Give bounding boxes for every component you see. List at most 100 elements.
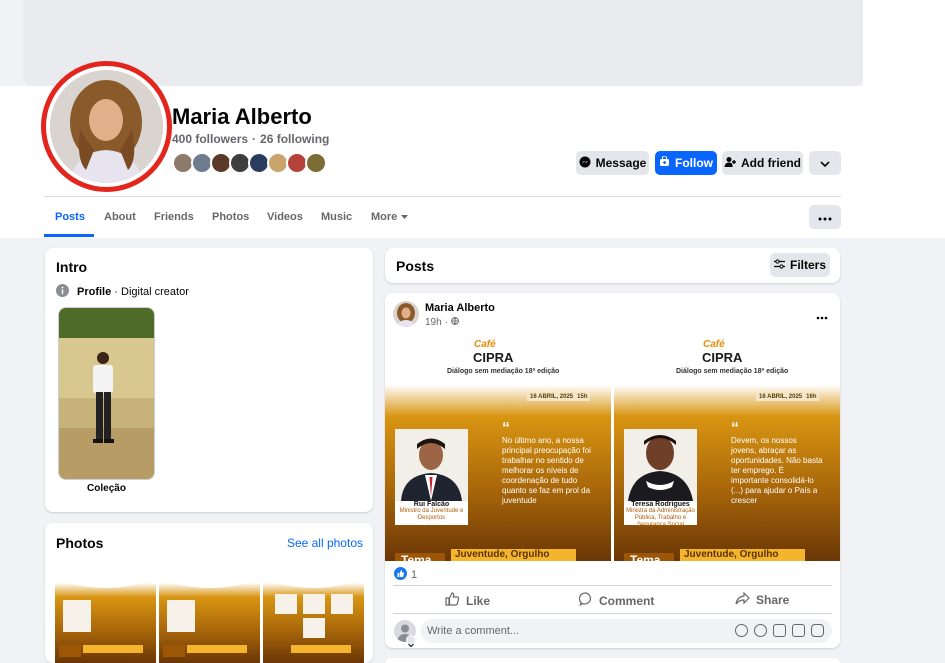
gif-icon[interactable] [792, 624, 805, 637]
thumbs-up-icon [445, 592, 460, 609]
tab-more[interactable]: More [371, 211, 409, 223]
share-button[interactable]: Share [735, 591, 790, 608]
photo-thumbnail[interactable] [159, 560, 260, 663]
avatar-sticker-icon[interactable] [735, 624, 748, 637]
following-link[interactable]: 26 following [260, 132, 329, 146]
comment-input[interactable]: Write a comment... [421, 619, 832, 643]
comment-label: Comment [599, 593, 655, 608]
flyer-subtitle: Diálogo sem mediação 18ª edição [676, 368, 789, 375]
flyer-date-text: 16 ABRIL, 2025 [530, 394, 574, 400]
info-icon [56, 284, 69, 300]
like-label: Like [466, 593, 491, 608]
flyer-person: Rui Falcão [413, 501, 450, 508]
flyer-cafe: Café [703, 339, 725, 350]
profile-label: Profile [77, 286, 112, 298]
avatar-switch-icon[interactable] [406, 635, 416, 648]
flyer-person: Teresa Rodrigues [631, 501, 690, 508]
meta-separator: · [444, 317, 449, 328]
follow-label: Follow [675, 156, 713, 170]
posts-title: Posts [396, 258, 435, 274]
photos-card: Photos See all photos [45, 523, 373, 663]
globe-icon [451, 317, 459, 328]
flyer-role: Ministra da Administração Pública, Traba… [626, 508, 695, 528]
tab-about[interactable]: About [104, 211, 136, 223]
actions-divider [393, 585, 832, 586]
emoji-icon[interactable] [754, 624, 767, 637]
comment-placeholder: Write a comment... [427, 625, 520, 637]
flyer-date-text: 16 ABRIL, 2025 [759, 394, 803, 400]
see-all-photos-link[interactable]: See all photos [287, 536, 363, 550]
like-reaction-icon [394, 567, 407, 583]
filters-label: Filters [789, 258, 826, 272]
post-card: Maria Alberto 19h · Café CIPRA Diálogo s… [385, 293, 840, 648]
post-image[interactable]: Café CIPRA Diálogo sem mediação 18ª ediç… [385, 335, 611, 561]
profile-menu-button[interactable] [809, 205, 841, 229]
flyer-tema: Tema [624, 553, 674, 561]
add-friend-icon [724, 156, 736, 171]
friend-avatar[interactable] [305, 152, 327, 174]
share-label: Share [756, 593, 790, 607]
featured-caption: Coleção [87, 483, 126, 494]
post-author-avatar[interactable] [393, 301, 419, 327]
tab-photos[interactable]: Photos [212, 211, 249, 223]
follow-button[interactable]: Follow [655, 151, 717, 175]
add-friend-button[interactable]: Add friend [722, 151, 803, 175]
profile-type-row: Profile · Digital creator [56, 284, 189, 300]
friend-avatars[interactable] [172, 152, 327, 174]
comment-divider [393, 613, 832, 614]
flyer-brand: CIPRA [473, 350, 514, 365]
flyer-portrait [624, 429, 697, 501]
flyer-time: 15h [577, 394, 588, 400]
photo-thumbnail[interactable] [55, 560, 156, 663]
tab-music[interactable]: Music [321, 211, 352, 223]
tab-posts[interactable]: Posts [55, 211, 85, 223]
more-options-button[interactable] [809, 151, 841, 175]
message-label: Message [595, 156, 647, 170]
flyer-date: 16 ABRIL, 2025 15h [527, 393, 591, 401]
reactions-summary[interactable]: 1 [394, 567, 417, 583]
like-button[interactable]: Like [445, 592, 490, 609]
profile-sep: · [111, 286, 122, 298]
flyer-role: Ministro da Juventude e Desportos [399, 508, 464, 521]
intro-title: Intro [56, 259, 88, 275]
add-friend-label: Add friend [741, 156, 801, 170]
avatar[interactable] [50, 70, 163, 183]
ellipsis-icon [818, 210, 832, 224]
followers-link[interactable]: 400 followers [172, 132, 248, 146]
flyer-tema: Tema [395, 553, 445, 561]
flyer-caption: Rui Falcão Ministro da Juventude e Despo… [395, 501, 468, 525]
count-separator: · [252, 132, 257, 146]
post-time[interactable]: 19h [425, 317, 442, 328]
share-icon [735, 591, 750, 608]
tab-videos[interactable]: Videos [267, 211, 303, 223]
flyer-subtitle: Diálogo sem mediação 18ª edição [447, 368, 560, 375]
tab-friends[interactable]: Friends [154, 211, 194, 223]
photo-thumbnail[interactable] [263, 560, 364, 663]
featured-collection[interactable] [58, 307, 155, 480]
comment-button[interactable]: Comment [578, 592, 655, 609]
profile-type: Digital creator [121, 286, 189, 298]
comment-tools [735, 624, 824, 637]
flyer-quote: Devem, os nossos jovens, abraçar as opor… [731, 436, 823, 505]
chevron-down-icon [820, 156, 830, 170]
reactions-count: 1 [411, 569, 418, 581]
tab-more-label: More [371, 211, 398, 223]
flyer-portrait [395, 429, 468, 501]
sticker-icon[interactable] [811, 624, 824, 637]
post-image[interactable]: Café CIPRA Diálogo sem mediação 18ª ediç… [614, 335, 840, 561]
flyer-date: 16 ABRIL, 2025 16h [756, 393, 820, 401]
flyer-caption: Teresa Rodrigues Ministra da Administraç… [624, 501, 697, 528]
filters-button[interactable]: Filters [770, 253, 830, 277]
flyer-brand: CIPRA [702, 350, 743, 365]
post-options-icon[interactable] [816, 307, 828, 325]
next-post-card [385, 658, 840, 663]
comment-icon [578, 592, 593, 609]
camera-icon[interactable] [773, 624, 786, 637]
message-button[interactable]: Message [576, 151, 649, 175]
profile-name: Maria Alberto [172, 104, 312, 129]
flyer-quote: No último ano, a nossa principal preocup… [502, 436, 591, 505]
intro-card: Intro Profile · Digital creator Coleção [45, 248, 373, 512]
cover-photo[interactable] [23, 0, 863, 86]
posts-header: Posts Filters [385, 248, 840, 283]
post-author-name[interactable]: Maria Alberto [425, 302, 495, 314]
